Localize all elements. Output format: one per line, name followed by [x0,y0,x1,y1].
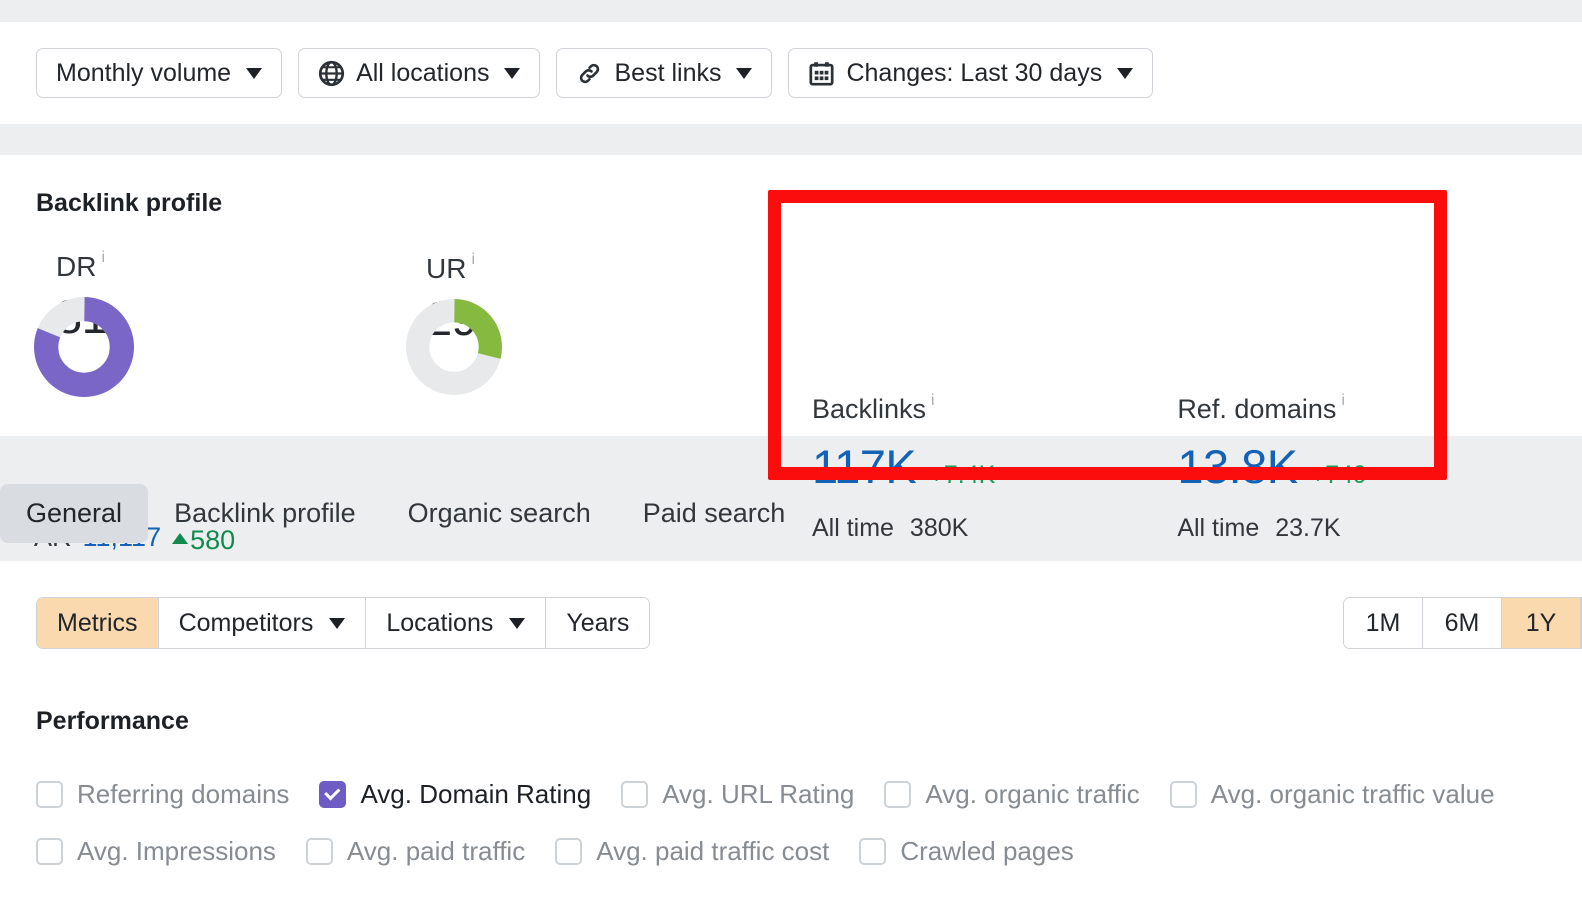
checkbox-crawled-pages[interactable]: Crawled pages [859,836,1074,867]
section-tabs: General Backlink profile Organic search … [0,484,811,543]
checkbox-row: Avg. Impressions Avg. paid traffic Avg. … [36,836,1495,867]
ref-domains-alltime: All time 23.7K [1177,514,1341,542]
checkbox-avg-organic-traffic-value[interactable]: Avg. organic traffic value [1169,779,1495,810]
chevron-down-icon [509,617,526,629]
checkbox-icon[interactable] [36,838,63,865]
backlink-profile-title: Backlink profile [36,189,223,217]
chevron-down-icon [246,67,263,79]
checkbox-icon[interactable] [555,838,583,865]
chevron-down-icon [329,617,346,629]
checkbox-row: Referring domains Avg. Domain Rating Avg… [36,779,1495,810]
tab-general[interactable]: General [0,484,149,543]
backlink-stats-block: Backlinks i 117K +7.4K All time 380K Ref… [812,392,1367,543]
info-icon[interactable]: i [931,393,935,409]
checkbox-avg-organic-traffic[interactable]: Avg. organic traffic [884,779,1140,810]
backlinks-delta: +7.4K [929,461,996,489]
segment-years[interactable]: Years [546,598,650,648]
time-range-segmented-control: 1M 6M 1Y [1343,597,1582,649]
globe-icon [318,60,345,87]
info-icon[interactable]: i [101,250,105,266]
checkbox-avg-paid-traffic[interactable]: Avg. paid traffic [305,836,526,867]
ref-domains-label: Ref. domains i [1177,392,1345,424]
filter-button-group: Monthly volume All locations Best links … [36,48,1154,98]
checkbox-label: Avg. Domain Rating [360,779,592,809]
link-icon [576,60,603,87]
metrics-segmented-control: Metrics Competitors Locations Years [36,597,651,649]
checkbox-label: Crawled pages [900,836,1074,866]
checkbox-avg-impressions[interactable]: Avg. Impressions [36,836,276,867]
checkbox-label: Avg. organic traffic [925,779,1140,809]
metrics-panel: Metrics Competitors Locations Years 1M 6… [0,561,1582,906]
checkbox-icon[interactable] [36,781,63,808]
ref-domains-main: 13.8K +749 [1177,443,1367,490]
checkbox-label: Avg. paid traffic cost [596,836,830,866]
performance-title: Performance [36,707,189,735]
checkbox-icon[interactable] [1169,781,1197,808]
domain-rating-group: DR i 81 [34,249,134,397]
filter-locations-button[interactable]: All locations [298,48,541,98]
checkbox-label: Referring domains [77,779,290,809]
checkbox-icon[interactable] [884,781,912,808]
backlinks-stat: Backlinks i 117K +7.4K All time 380K [812,392,995,543]
domain-rating-label: DR i [56,249,106,282]
range-1m-button[interactable]: 1M [1344,598,1423,648]
checkbox-avg-paid-traffic-cost[interactable]: Avg. paid traffic cost [555,836,829,867]
backlinks-value[interactable]: 117K [812,443,917,490]
filter-label: All locations [356,58,490,87]
ref-domains-stat: Ref. domains i 13.8K +749 All time 23.7K [1177,392,1367,543]
tab-organic-search[interactable]: Organic search [382,484,617,543]
chevron-down-icon [1117,67,1134,79]
url-rating-group: UR i 29 [406,251,502,395]
ref-domains-delta: +749 [1310,461,1367,489]
info-icon[interactable]: i [471,252,475,268]
performance-metric-checkboxes: Referring domains Avg. Domain Rating Avg… [36,779,1495,867]
filter-label: Monthly volume [56,58,232,87]
tab-backlink-profile[interactable]: Backlink profile [148,484,382,543]
url-rating-label: UR i [426,251,476,284]
backlinks-alltime: All time 380K [812,514,969,542]
backlink-profile-card: Backlink profile DR i 81 UR i 29 580 Bac… [0,155,1582,555]
segment-locations[interactable]: Locations [366,598,547,648]
filter-bar: Monthly volume All locations Best links … [0,22,1582,124]
range-1y-button[interactable]: 1Y [1502,598,1581,648]
checkbox-icon[interactable] [319,781,347,808]
backlinks-label: Backlinks i [812,392,935,424]
checkbox-label: Avg. URL Rating [662,779,855,809]
filter-monthly-volume-button[interactable]: Monthly volume [36,48,283,98]
checkbox-referring-domains[interactable]: Referring domains [36,779,289,810]
filter-changes-button[interactable]: Changes: Last 30 days [788,48,1154,98]
checkbox-icon[interactable] [305,838,333,865]
segment-competitors[interactable]: Competitors [158,598,367,648]
chevron-down-icon [736,67,753,79]
tab-paid-search[interactable]: Paid search [617,484,812,543]
ref-domains-value[interactable]: 13.8K [1177,443,1298,490]
filter-best-links-button[interactable]: Best links [556,48,773,98]
checkbox-avg-url-rating[interactable]: Avg. URL Rating [621,779,854,810]
checkbox-label: Avg. Impressions [77,836,276,866]
checkbox-icon[interactable] [859,838,887,865]
chevron-down-icon [504,67,521,79]
checkbox-label: Avg. paid traffic [346,836,526,866]
checkbox-icon[interactable] [621,781,649,808]
filter-label: Changes: Last 30 days [846,58,1103,87]
checkbox-avg-domain-rating[interactable]: Avg. Domain Rating [319,779,591,810]
calendar-icon [808,60,835,87]
info-icon[interactable]: i [1341,393,1345,409]
range-6m-button[interactable]: 6M [1423,598,1502,648]
segment-metrics[interactable]: Metrics [37,598,159,648]
filter-label: Best links [614,58,722,87]
checkbox-label: Avg. organic traffic value [1210,779,1495,809]
backlinks-main: 117K +7.4K [812,443,995,490]
app-root: Monthly volume All locations Best links … [0,0,1582,906]
